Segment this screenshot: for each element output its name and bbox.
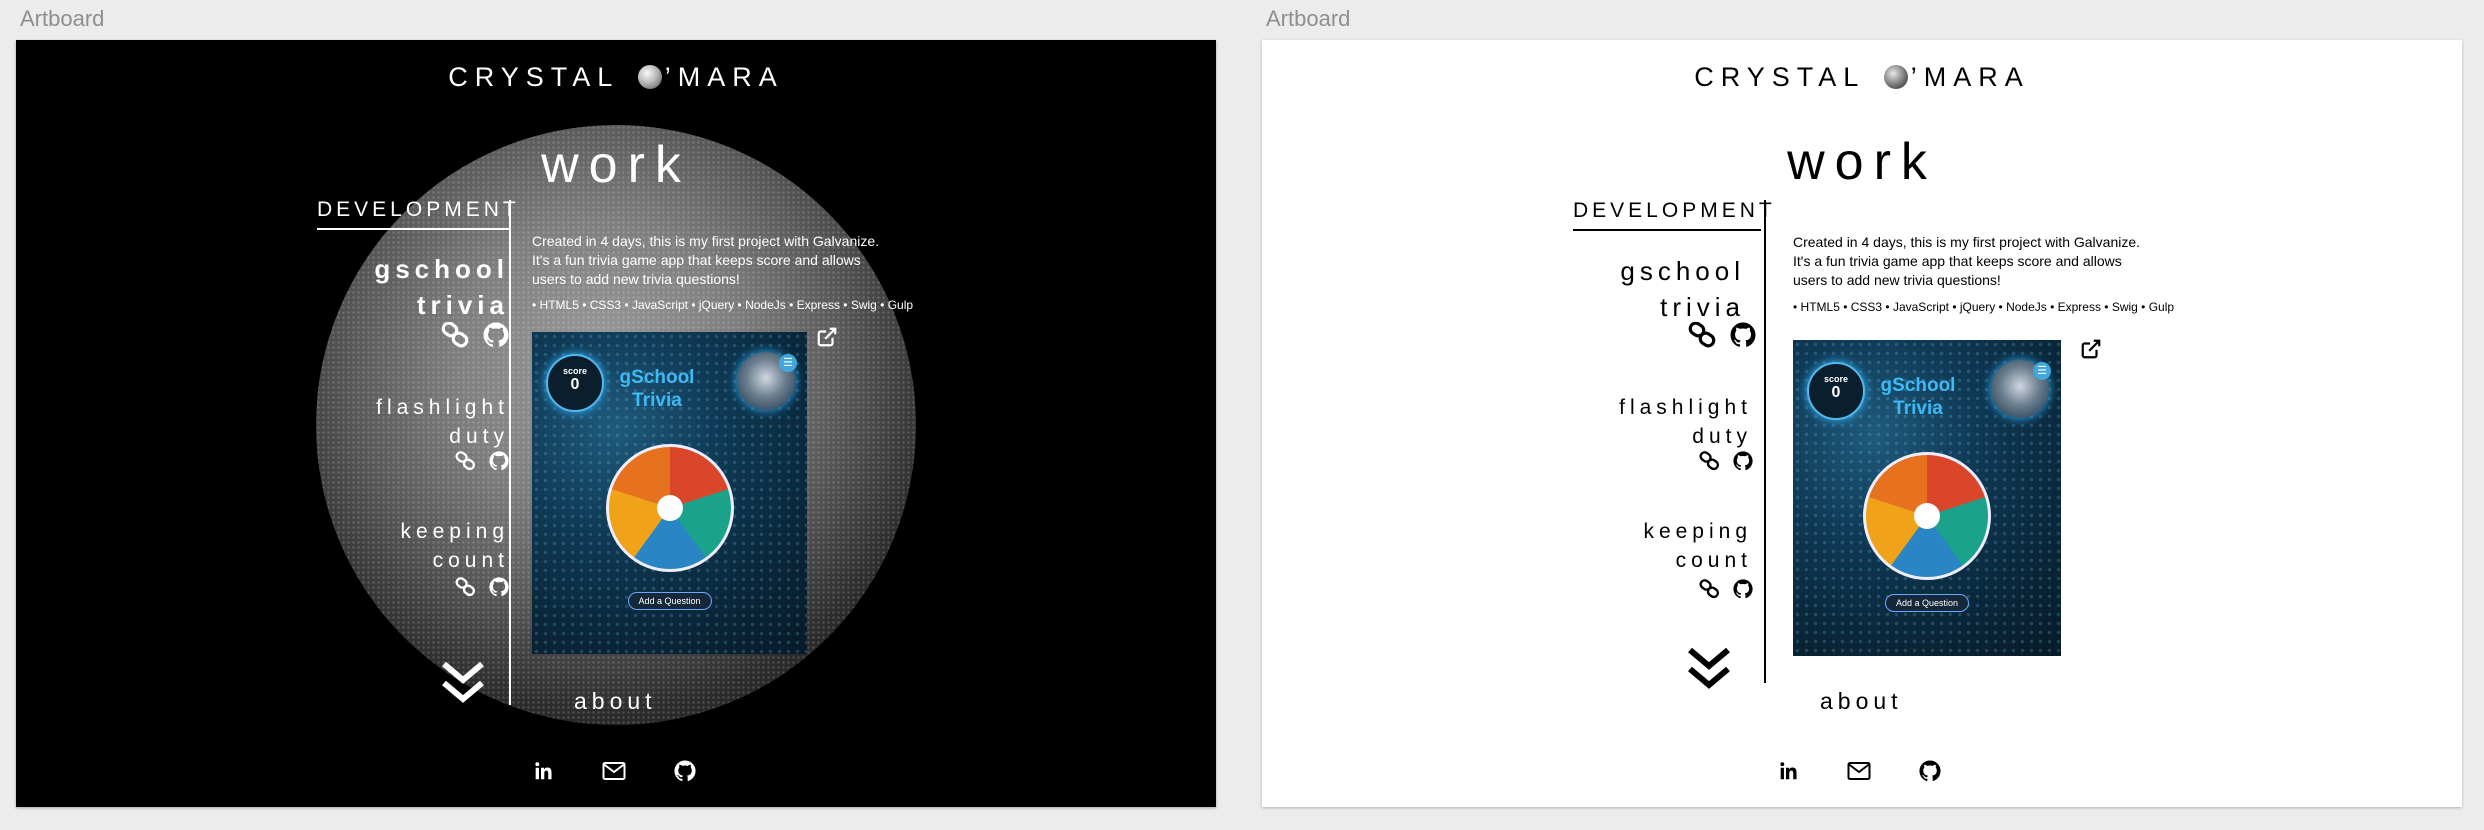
trivia-wheel xyxy=(605,444,734,572)
project-flashlight-duty[interactable]: flashlight duty xyxy=(376,394,509,452)
divider-vertical xyxy=(1764,200,1766,683)
project-links xyxy=(1699,451,1753,471)
artboard-label: Artboard xyxy=(1266,6,1351,31)
project-description: Created in 4 days, this is my first proj… xyxy=(1793,234,2141,288)
project-links xyxy=(441,322,509,348)
project-preview-image[interactable]: score 0 gSchool Trivia ☰ Add a Question xyxy=(1793,340,2061,656)
external-link-icon[interactable] xyxy=(816,326,838,353)
project-keeping-count[interactable]: keeping count xyxy=(1643,518,1752,576)
tech-stack: • HTML5 • CSS3 • JavaScript • jQuery • N… xyxy=(532,298,914,312)
mail-icon[interactable] xyxy=(1847,761,1871,786)
link-icon[interactable] xyxy=(1688,322,1718,348)
social-links xyxy=(1777,760,1941,787)
section-development-label: DEVELOPMENT xyxy=(317,198,516,230)
project-description: Created in 4 days, this is my first proj… xyxy=(532,233,880,287)
chevron-down-icon[interactable] xyxy=(440,660,486,711)
link-icon[interactable] xyxy=(1699,579,1721,599)
project-links xyxy=(1699,579,1753,599)
nav-about[interactable]: about xyxy=(1820,688,1903,715)
link-icon[interactable] xyxy=(441,322,471,348)
mail-icon[interactable] xyxy=(602,761,626,786)
linkedin-icon[interactable] xyxy=(532,760,554,787)
github-icon[interactable] xyxy=(1733,579,1753,599)
game-title: gSchool Trivia xyxy=(619,367,695,411)
add-question-button: Add a Question xyxy=(627,592,712,610)
divider-vertical xyxy=(509,200,511,705)
social-links xyxy=(532,760,696,787)
section-development-label: DEVELOPMENT xyxy=(1573,199,1772,231)
menu-icon: ☰ xyxy=(779,354,797,372)
link-icon[interactable] xyxy=(455,451,477,471)
project-keeping-count[interactable]: keeping count xyxy=(400,518,509,576)
moon-icon xyxy=(637,65,662,89)
github-icon[interactable] xyxy=(674,760,696,787)
game-title: gSchool Trivia xyxy=(1880,375,1956,419)
nav-about[interactable]: about xyxy=(574,688,657,715)
moon-icon xyxy=(1883,65,1908,89)
project-links xyxy=(455,577,509,597)
artboard-label: Artboard xyxy=(20,6,105,31)
artboard-light: CRYSTAL ’MARA work DEVELOPMENT gschool t… xyxy=(1262,40,2462,807)
site-logo[interactable]: CRYSTAL ’MARA xyxy=(16,62,1216,93)
project-preview-image[interactable]: score 0 gSchool Trivia ☰ Add a Question xyxy=(532,332,807,654)
github-icon[interactable] xyxy=(489,577,509,597)
tech-stack: • HTML5 • CSS3 • JavaScript • jQuery • N… xyxy=(1793,300,2175,314)
add-question-button: Add a Question xyxy=(1884,594,1970,612)
chevron-down-icon[interactable] xyxy=(1686,646,1732,697)
github-icon[interactable] xyxy=(489,451,509,471)
score-badge: score 0 xyxy=(546,354,604,412)
artboard-dark: CRYSTAL ’MARA work DEVELOPMENT gschool t… xyxy=(16,40,1216,807)
project-links xyxy=(1688,322,1756,348)
github-icon[interactable] xyxy=(1919,760,1941,787)
menu-icon: ☰ xyxy=(2033,362,2051,380)
github-icon[interactable] xyxy=(1730,322,1756,348)
project-flashlight-duty[interactable]: flashlight duty xyxy=(1619,394,1752,452)
external-link-icon[interactable] xyxy=(2080,338,2102,365)
link-icon[interactable] xyxy=(1699,451,1721,471)
github-icon[interactable] xyxy=(1733,451,1753,471)
trivia-wheel xyxy=(1863,452,1991,580)
page-title: work xyxy=(1787,133,1937,191)
github-icon[interactable] xyxy=(483,322,509,348)
project-gschool-trivia[interactable]: gschool trivia xyxy=(374,252,509,324)
score-badge: score 0 xyxy=(1807,362,1865,420)
link-icon[interactable] xyxy=(455,577,477,597)
project-gschool-trivia[interactable]: gschool trivia xyxy=(1620,254,1745,326)
linkedin-icon[interactable] xyxy=(1777,760,1799,787)
project-links xyxy=(455,451,509,471)
page-title: work xyxy=(541,136,691,194)
site-logo[interactable]: CRYSTAL ’MARA xyxy=(1262,62,2462,93)
